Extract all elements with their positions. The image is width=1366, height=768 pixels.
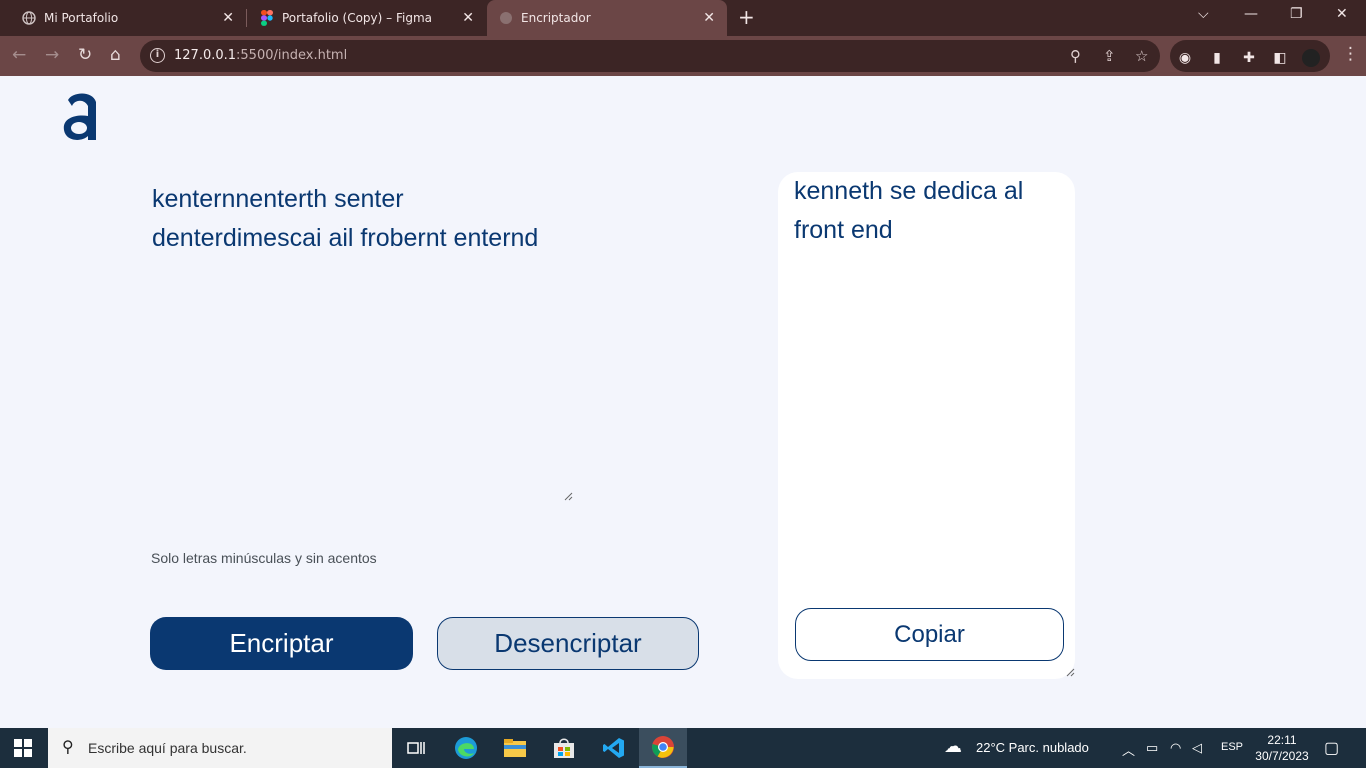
battery-icon[interactable]: ▭	[1146, 740, 1158, 756]
text-input-area[interactable]: kenternnenterth senter denterdimescai ai…	[152, 180, 572, 502]
tab-title: Portafolio (Copy) – Figma	[282, 11, 432, 25]
resize-handle-icon[interactable]	[563, 491, 573, 501]
clock[interactable]: 22:11 30/7/2023	[1250, 732, 1314, 764]
clock-time: 22:11	[1267, 733, 1297, 747]
home-icon[interactable]: ⌂	[110, 45, 121, 65]
search-placeholder: Escribe aquí para buscar.	[88, 740, 247, 756]
tab-title: Encriptador	[521, 11, 591, 25]
chrome-icon[interactable]	[639, 728, 687, 768]
puzzle-icon[interactable]: ✚	[1240, 49, 1258, 67]
wifi-icon[interactable]: ◠	[1170, 740, 1181, 756]
url-text: 127.0.0.1:5500/index.html	[174, 48, 348, 63]
windows-taskbar: ⚲ Escribe aquí para buscar. ☁ 22°C Parc.…	[0, 728, 1366, 768]
close-tab-icon[interactable]: ✕	[703, 10, 715, 26]
close-tab-icon[interactable]: ✕	[462, 10, 474, 26]
side-panel-icon[interactable]: ◧	[1271, 49, 1289, 67]
figma-icon	[260, 10, 274, 26]
copy-button[interactable]: Copiar	[795, 608, 1064, 661]
output-card: kenneth se dedica al front end Copiar	[778, 172, 1075, 679]
weather-text[interactable]: 22°C Parc. nublado	[976, 740, 1089, 755]
menu-icon[interactable]: ⋮	[1342, 44, 1359, 64]
resize-handle-icon[interactable]	[1065, 667, 1075, 677]
alura-logo	[63, 93, 96, 140]
task-view-icon[interactable]	[392, 728, 440, 768]
globe-icon	[22, 11, 36, 25]
output-text[interactable]: kenneth se dedica al front end	[794, 172, 1064, 250]
extension-icon[interactable]: ◉	[1176, 49, 1194, 67]
tab-search-icon[interactable]: ⌵	[1198, 6, 1209, 22]
decrypt-button[interactable]: Desencriptar	[437, 617, 699, 670]
extension-icon[interactable]: ▮	[1208, 49, 1226, 67]
windows-start-icon[interactable]	[14, 739, 32, 757]
volume-icon[interactable]: ◁	[1192, 740, 1202, 756]
new-tab-icon[interactable]: +	[738, 6, 755, 28]
forward-icon[interactable]: →	[45, 45, 59, 65]
input-hint: Solo letras minúsculas y sin acentos	[151, 550, 377, 566]
file-explorer-icon[interactable]	[491, 728, 539, 768]
weather-icon[interactable]: ☁	[944, 736, 962, 757]
zoom-icon[interactable]: ⚲	[1070, 47, 1081, 65]
encriptador-page: kenternnenterth senter denterdimescai ai…	[0, 76, 1366, 728]
browser-tab-strip: Mi Portafolio ✕ Portafolio (Copy) – Figm…	[0, 0, 1366, 36]
language-indicator[interactable]: ESP	[1221, 741, 1243, 753]
share-icon[interactable]: ⇪	[1103, 47, 1116, 65]
tab-figma[interactable]: Portafolio (Copy) – Figma ✕	[246, 0, 486, 36]
back-icon[interactable]: ←	[12, 45, 26, 65]
browser-toolbar: ← → ↻ ⌂ i 127.0.0.1:5500/index.html ⚲ ⇪ …	[0, 36, 1366, 76]
close-tab-icon[interactable]: ✕	[222, 10, 234, 26]
reload-icon[interactable]: ↻	[78, 45, 92, 65]
chevron-up-icon[interactable]: ︿	[1122, 740, 1135, 759]
tab-encriptador[interactable]: Encriptador ✕	[487, 0, 727, 36]
site-info-icon[interactable]: i	[150, 48, 165, 63]
notifications-icon[interactable]: ▢	[1324, 738, 1339, 758]
bookmark-star-icon[interactable]: ☆	[1135, 47, 1148, 65]
taskbar-search-box[interactable]: ⚲ Escribe aquí para buscar.	[48, 728, 392, 768]
search-icon: ⚲	[62, 737, 74, 756]
address-bar[interactable]: i 127.0.0.1:5500/index.html ⚲ ⇪ ☆	[140, 40, 1160, 72]
restore-icon[interactable]: ❐	[1290, 6, 1303, 22]
extensions-group: ◉ ▮ ✚ ◧	[1170, 40, 1330, 72]
edge-icon[interactable]	[442, 728, 490, 768]
profile-avatar[interactable]	[1302, 49, 1320, 67]
encrypt-button[interactable]: Encriptar	[150, 617, 413, 670]
clock-date: 30/7/2023	[1255, 749, 1309, 763]
globe-icon	[499, 11, 513, 25]
vscode-icon[interactable]	[590, 728, 638, 768]
close-window-icon[interactable]: ✕	[1336, 6, 1348, 22]
tab-mi-portafolio[interactable]: Mi Portafolio ✕	[0, 0, 246, 36]
minimize-icon[interactable]: —	[1244, 6, 1258, 22]
tab-title: Mi Portafolio	[44, 11, 119, 25]
store-icon[interactable]	[540, 728, 588, 768]
